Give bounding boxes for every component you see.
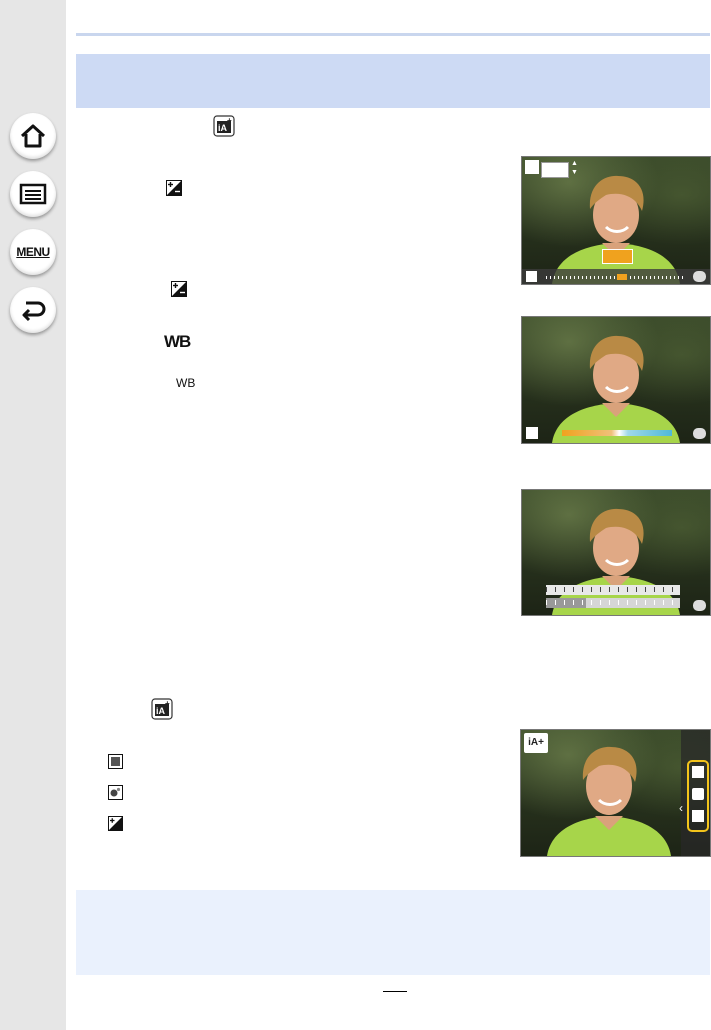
exposure-scale: [546, 276, 686, 279]
exposure-compensation-icon: [108, 816, 123, 831]
contents-list-icon: [19, 183, 47, 205]
white-balance-mode-icon: [526, 427, 538, 439]
svg-text:+: +: [227, 116, 232, 125]
figure-brightness-screen: ▲ ▼: [521, 156, 711, 285]
return-icon: [693, 271, 706, 282]
white-balance-small-icon: WB: [176, 376, 196, 390]
defocus-tab-icon[interactable]: [692, 788, 704, 800]
menu-label: MENU: [16, 245, 50, 259]
boy-portrait: [552, 508, 680, 615]
defocus-scale-top[interactable]: [546, 585, 680, 595]
defocus-scale-bottom[interactable]: [546, 598, 680, 608]
exposure-compensation-icon: [166, 180, 182, 196]
top-rule: [76, 33, 710, 36]
iA-plus-mode-badge: iA+: [524, 733, 548, 753]
back-icon: [22, 301, 46, 322]
home-icon: [20, 124, 46, 148]
contents-button[interactable]: [10, 171, 56, 217]
boy-portrait: [552, 335, 680, 443]
exposure-marker: [617, 274, 627, 280]
figure-touch-tab-screen: iA+ ‹: [520, 729, 711, 857]
return-icon: [693, 428, 706, 439]
brightness-tab-icon[interactable]: [692, 766, 704, 778]
note-band: [76, 890, 710, 975]
value-box: [541, 162, 569, 178]
exposure-slider[interactable]: [522, 269, 710, 284]
white-balance-slider[interactable]: [562, 430, 672, 436]
af-area-box: [602, 249, 633, 264]
figure-defocus-screen: [521, 489, 711, 616]
white-balance-icon: WB: [164, 332, 191, 351]
figure-white-balance-screen: [521, 316, 711, 444]
return-icon: [693, 600, 706, 611]
svg-text:+: +: [165, 699, 170, 708]
touch-tab-icons: [687, 760, 709, 832]
up-down-arrows-icon: ▲ ▼: [571, 160, 578, 176]
back-button[interactable]: [10, 287, 56, 333]
page-number-rule: [383, 991, 407, 992]
intelligent-auto-plus-icon: iA +: [213, 115, 235, 137]
exposure-compensation-icon: [526, 271, 537, 282]
home-button[interactable]: [10, 113, 56, 159]
exposure-tab-icon[interactable]: [692, 810, 704, 822]
exposure-compensation-icon: [171, 281, 187, 297]
menu-button[interactable]: MENU: [10, 229, 56, 275]
brightness-icon: [108, 754, 123, 769]
section-header-band: [76, 54, 710, 108]
intelligent-auto-plus-icon: iA +: [151, 698, 173, 720]
brightness-mode-icon: [525, 160, 539, 174]
tab-open-arrow-icon[interactable]: ‹: [679, 798, 687, 818]
defocus-icon: [108, 785, 123, 800]
